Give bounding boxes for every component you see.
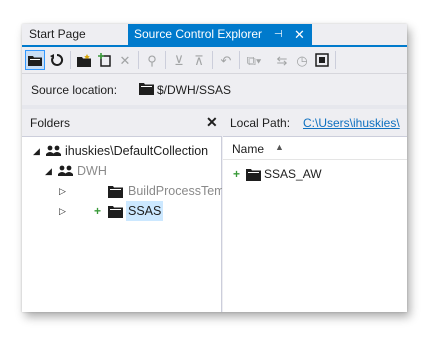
local-path-link[interactable]: C:\Users\ihuskies\: [303, 116, 400, 130]
tree-item-collection[interactable]: ◢ ihuskies\DefaultCollection: [22, 141, 222, 161]
merge-icon[interactable]: ⇆: [272, 50, 292, 70]
add-items-icon[interactable]: [95, 50, 115, 70]
folder-icon: [108, 184, 123, 201]
local-path-bar: Local Path: C:\Users\ihuskies\: [223, 109, 407, 137]
history-icon[interactable]: ◷: [292, 50, 312, 70]
workspace-icon[interactable]: [312, 50, 332, 70]
collapse-arrow-icon[interactable]: ◢: [45, 161, 52, 181]
close-tab-icon[interactable]: ✕: [294, 24, 305, 45]
pending-add-icon: +: [233, 167, 241, 181]
folder-icon: [139, 82, 154, 98]
list-item-label: SSAS_AW: [264, 167, 322, 181]
tree-item-label: ihuskies\DefaultCollection: [65, 144, 209, 158]
folder-icon: [108, 204, 123, 224]
pin-icon[interactable]: ⊣: [274, 24, 283, 45]
source-location-label: Source location:: [31, 83, 118, 97]
undo-icon[interactable]: ↶: [216, 50, 236, 70]
connect-folder-icon[interactable]: [25, 50, 45, 70]
source-location-bar: Source location: $/DWH/SSAS: [22, 75, 407, 105]
pending-add-icon: +: [94, 204, 102, 218]
folders-header: Folders ✕: [22, 109, 222, 137]
sort-ascending-icon: ▲: [275, 142, 284, 152]
local-path-label: Local Path:: [230, 116, 291, 130]
get-latest-icon[interactable]: ⊻: [169, 50, 189, 70]
tab-title: Source Control Explorer: [134, 27, 263, 41]
tree-item-dwh[interactable]: ◢ DWH: [22, 161, 222, 181]
tab-source-control-explorer[interactable]: Source Control Explorer ⊣ ✕: [128, 24, 312, 45]
delete-icon[interactable]: ✕: [115, 50, 135, 70]
toolbar: ✕ ⚲ ⊻ ⊼ ↶ ⧉▾ ⇆ ◷: [22, 47, 407, 74]
toolbar-separator: [70, 51, 71, 69]
tree-item-ssas[interactable]: ▷ + SSAS: [22, 201, 222, 221]
files-panel: Local Path: C:\Users\ihuskies\ Name ▲ + …: [223, 109, 407, 312]
column-header-name[interactable]: Name ▲: [223, 138, 407, 160]
tab-start-page[interactable]: Start Page: [25, 24, 127, 45]
check-in-icon[interactable]: ⊼: [189, 50, 209, 70]
document-tabs: Start Page Source Control Explorer ⊣ ✕: [22, 24, 407, 45]
close-folders-icon[interactable]: ✕: [206, 114, 218, 131]
tree-item-label: BuildProcessTemplates: [128, 184, 222, 198]
folders-panel: Folders ✕ ◢ ihuskies\DefaultCollection ◢…: [22, 109, 222, 312]
source-location-input[interactable]: $/DWH/SSAS: [157, 83, 231, 97]
compare-icon[interactable]: ⧉▾: [244, 50, 264, 70]
collapse-arrow-icon[interactable]: ◢: [33, 141, 40, 161]
check-out-icon[interactable]: ⚲: [142, 50, 162, 70]
source-control-window: Start Page Source Control Explorer ⊣ ✕ ✕…: [22, 24, 407, 312]
expand-arrow-icon[interactable]: ▷: [59, 181, 66, 201]
expand-arrow-icon[interactable]: ▷: [59, 201, 66, 221]
toolbar-separator: [335, 51, 336, 69]
refresh-icon[interactable]: [47, 50, 67, 70]
toolbar-separator: [138, 51, 139, 69]
tree-item-label: SSAS: [126, 201, 164, 221]
toolbar-separator: [212, 51, 213, 69]
tree-item-label: DWH: [77, 164, 107, 178]
toolbar-separator: [239, 51, 240, 69]
tree-item-buildprocesstemplates[interactable]: ▷ BuildProcessTemplates: [22, 181, 222, 201]
column-name-label: Name: [232, 142, 265, 156]
new-folder-icon[interactable]: [74, 50, 94, 70]
folders-title: Folders: [30, 116, 71, 130]
toolbar-separator: [165, 51, 166, 69]
folder-icon: [246, 167, 261, 187]
